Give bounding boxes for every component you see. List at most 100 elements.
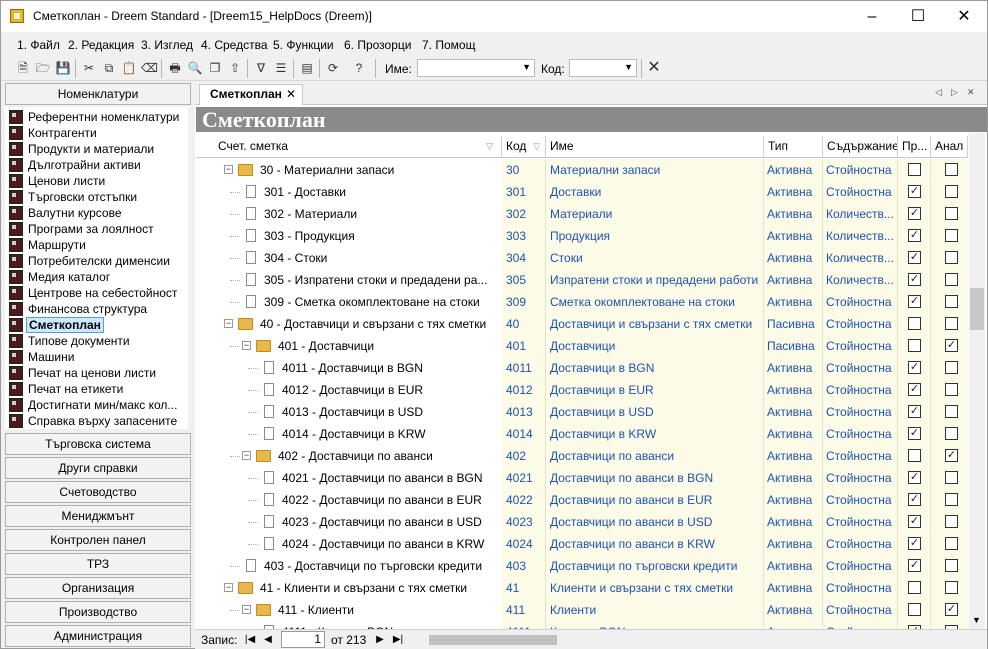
account-name[interactable]: Доставчици в BGN [546,357,764,379]
close-tab-icon[interactable]: ✕ [286,85,296,104]
table-row[interactable]: 303 - Продукция 303 Продукция Активна Количе… [196,225,968,247]
sidebar-item[interactable]: Потребителски дименсии [9,253,187,269]
account-name[interactable]: Доставчици в KRW [546,423,764,445]
group-control-panel[interactable]: Контролен панел [5,529,191,551]
account-name[interactable]: Доставчици в USD [546,401,764,423]
open-icon[interactable]: 🗁 [35,60,51,76]
menu-help[interactable]: 7. Помощ [422,38,475,52]
window-icon[interactable]: ▤ [299,60,315,76]
close-all-icon[interactable]: ✕ [967,87,975,98]
sidebar-item[interactable]: Медия каталог [9,269,187,285]
minimize-button[interactable]: – [849,1,895,32]
group-payroll[interactable]: ТРЗ [5,553,191,575]
account-content[interactable]: Количеств... [823,269,898,291]
group-organization[interactable]: Организация [5,577,191,599]
account-content[interactable]: Стойностна [823,357,898,379]
account-name[interactable]: Доставчици по аванси в BGN [546,467,764,489]
sidebar-item[interactable]: Дълготрайни активи [9,157,187,173]
last-record-icon[interactable]: ▶| [391,633,405,647]
account-code[interactable]: 4024 [502,533,546,555]
pr-checkbox[interactable]: ✓ [908,361,921,374]
eraser-icon[interactable]: ⌫ [141,60,158,76]
table-row[interactable]: − 41 - Клиенти и свързани с тях сметки 41 К… [196,577,968,599]
pr-checkbox[interactable]: ✓ [908,559,921,572]
account-code[interactable]: 305 [502,269,546,291]
new-icon[interactable]: 🗎 [15,60,31,76]
account-content[interactable]: Количеств... [823,203,898,225]
sidebar-item[interactable]: Контрагенти [9,125,187,141]
menu-edit[interactable]: 2. Редакция [68,38,134,52]
paste-icon[interactable]: 📋 [121,60,137,76]
sidebar-item[interactable]: Програми за лоялност [9,221,187,237]
analytic-checkbox[interactable] [945,295,958,308]
analytic-checkbox[interactable] [945,229,958,242]
account-content[interactable]: Стойностна [823,335,898,357]
account-content[interactable]: Стойностна [823,489,898,511]
list-icon[interactable]: ☰ [273,60,289,76]
column-header-name[interactable]: Име [546,136,764,157]
account-content[interactable]: Стойностна [823,467,898,489]
account-name[interactable]: Продукция [546,225,764,247]
account-code[interactable]: 4011 [502,357,546,379]
column-header-content[interactable]: Съдържание [823,136,898,157]
sidebar-item[interactable]: Маршрути [9,237,187,253]
group-other-reports[interactable]: Други справки [5,457,191,479]
account-name[interactable]: Материални запаси [546,159,764,181]
analytic-checkbox[interactable] [945,427,958,440]
account-type[interactable]: Активна [764,577,823,599]
analytic-checkbox[interactable] [945,537,958,550]
account-name[interactable]: Доставчици в EUR [546,379,764,401]
sidebar-item[interactable]: Типове документи [9,333,187,349]
analytic-checkbox[interactable] [945,361,958,374]
analytic-checkbox[interactable] [945,185,958,198]
pr-checkbox[interactable] [908,581,921,594]
account-content[interactable]: Стойностна [823,401,898,423]
table-row[interactable]: 403 - Доставчици по търговски кредити 403… [196,555,968,577]
analytic-checkbox[interactable] [945,251,958,264]
pr-checkbox[interactable]: ✓ [908,471,921,484]
menu-view[interactable]: 3. Изглед [141,38,193,52]
account-type[interactable]: Активна [764,467,823,489]
account-content[interactable]: Стойностна [823,291,898,313]
table-row[interactable]: − 411 - Клиенти 411 Клиенти Активна Стойностн… [196,599,968,621]
account-type[interactable]: Активна [764,203,823,225]
account-type[interactable]: Активна [764,181,823,203]
analytic-checkbox[interactable] [945,383,958,396]
table-row[interactable]: 305 - Изпратени стоки и предадени ра... 3… [196,269,968,291]
menu-functions[interactable]: 5. Функции [273,38,334,52]
pr-checkbox[interactable]: ✓ [908,405,921,418]
collapse-icon[interactable]: − [242,451,251,460]
menu-windows[interactable]: 6. Прозорци [344,38,411,52]
account-code[interactable]: 4023 [502,511,546,533]
analytic-checkbox[interactable]: ✓ [945,603,958,616]
sidebar-item[interactable]: Справка върху запасените [9,413,187,429]
table-row[interactable]: − 401 - Доставчици 401 Доставчици Пасивна Сто… [196,335,968,357]
account-content[interactable]: Стойностна [823,445,898,467]
account-content[interactable]: Стойностна [823,313,898,335]
account-content[interactable]: Стойностна [823,181,898,203]
print-preview-icon[interactable]: 🔍 [187,60,203,76]
account-code[interactable]: 4022 [502,489,546,511]
chevron-left-icon[interactable]: ◁ [935,87,942,98]
account-name[interactable]: Доставчици по аванси в USD [546,511,764,533]
account-name[interactable]: Доставчици [546,335,764,357]
account-name[interactable]: Материали [546,203,764,225]
table-row[interactable]: − 402 - Доставчици по аванси 402 Доставчици… [196,445,968,467]
account-code[interactable]: 304 [502,247,546,269]
vertical-scrollbar[interactable]: ▼ [969,133,985,629]
table-row[interactable]: 4013 - Доставчици в USD 4013 Доставчици в … [196,401,968,423]
account-type[interactable]: Активна [764,489,823,511]
pr-checkbox[interactable]: ✓ [908,427,921,440]
table-row[interactable]: 309 - Сметка окомплектоване на стоки 309 С… [196,291,968,313]
analytic-checkbox[interactable] [945,559,958,572]
account-type[interactable]: Активна [764,511,823,533]
group-trade-system[interactable]: Търговска система [5,433,191,455]
account-code[interactable]: 41 [502,577,546,599]
copy-icon[interactable]: ⧉ [101,60,117,76]
account-type[interactable]: Активна [764,555,823,577]
column-header-analytic[interactable]: Анал [931,136,968,157]
account-code[interactable]: 402 [502,445,546,467]
analytic-checkbox[interactable] [945,493,958,506]
sidebar-item[interactable]: Печат на етикети [9,381,187,397]
account-content[interactable]: Количеств... [823,225,898,247]
